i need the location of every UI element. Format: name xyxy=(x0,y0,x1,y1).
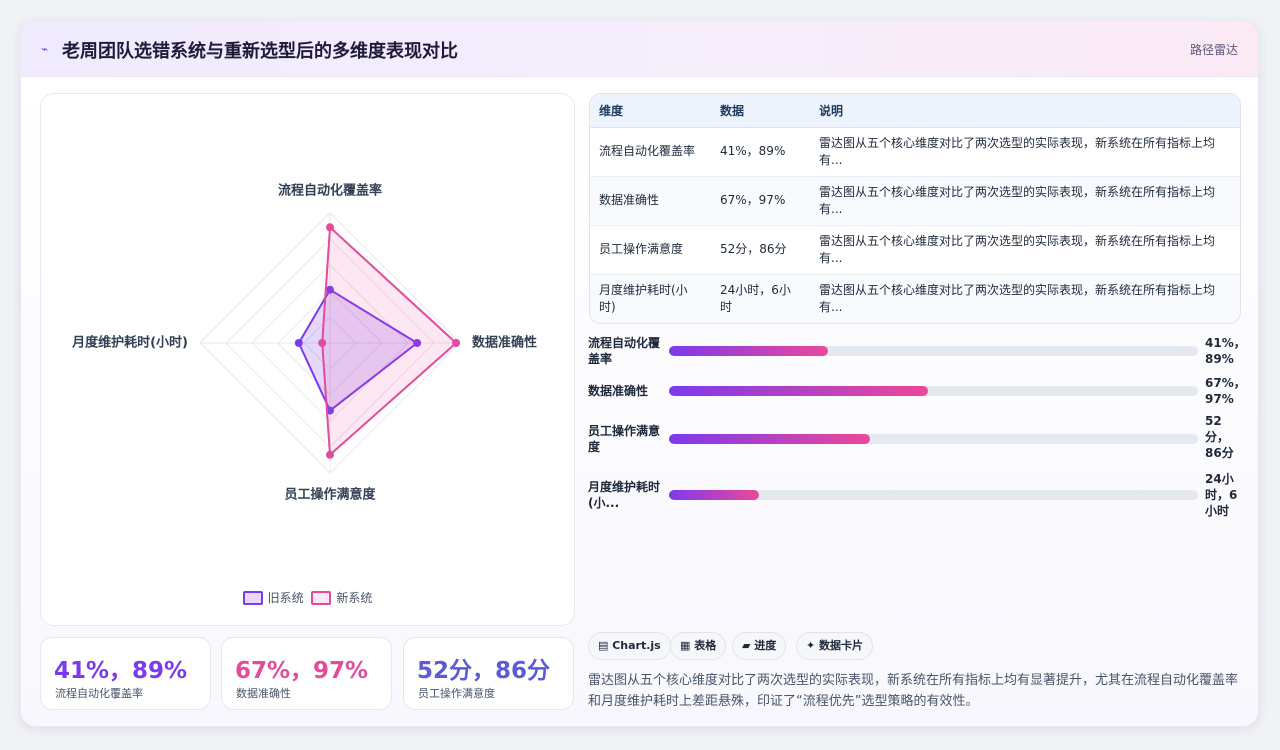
table-row: 员工操作满意度 52分，86分 雷达图从五个核心维度对比了两次选型的实际表现，新… xyxy=(590,225,1240,275)
radar-chart: 流程自动化覆盖率数据准确性员工操作满意度 月度维护耗时(小时) xyxy=(71,183,537,503)
progress-value: 41%，89% xyxy=(1205,336,1246,366)
radar-chart-panel: 流程自动化覆盖率数据准确性员工操作满意度 月度维护耗时(小时) 旧系统 新系统 xyxy=(40,93,575,626)
progress-label: 流程自动化覆盖率 xyxy=(588,336,661,366)
progress-value: 52分，86分 xyxy=(1205,414,1234,460)
table-cell: 雷达图从五个核心维度对比了两次选型的实际表现，新系统在所有指标上均有... xyxy=(810,225,1240,275)
chart-legend: 旧系统 新系统 xyxy=(41,589,574,608)
stat-card: 67%，97% 数据准确性 xyxy=(221,637,392,710)
table-row: 数据准确性 67%，97% 雷达图从五个核心维度对比了两次选型的实际表现，新系统… xyxy=(590,176,1240,226)
column-header: 数据 xyxy=(711,94,810,128)
legend-item-old[interactable]: 旧系统 xyxy=(242,589,304,606)
table-header-row: 维度 数据 说明 xyxy=(590,94,1240,128)
stat-label: 流程自动化覆盖率 xyxy=(55,687,143,700)
table-cell: 41%，89% xyxy=(711,127,810,177)
tag-table[interactable]: ▦ 表格 xyxy=(670,632,727,660)
pulse-icon: ⌁ xyxy=(41,42,49,56)
tag-chartjs[interactable]: ▤ Chart.js xyxy=(588,632,671,660)
progress-track xyxy=(669,386,1198,396)
table-cell: 数据准确性 xyxy=(590,176,711,226)
stat-card: 52分，86分 员工操作满意度 xyxy=(403,637,574,710)
radar-point xyxy=(294,339,303,347)
radar-axis-label: 月度维护耗时(小时) xyxy=(71,335,188,351)
table-cell: 52分，86分 xyxy=(711,225,810,275)
table-row: 月度维护耗时(小时) 24小时，6小时 雷达图从五个核心维度对比了两次选型的实际… xyxy=(590,274,1240,323)
table-cell: 雷达图从五个核心维度对比了两次选型的实际表现，新系统在所有指标上均有... xyxy=(810,274,1240,323)
legend-swatch-old xyxy=(242,590,263,605)
progress-track xyxy=(669,434,1198,444)
column-header: 说明 xyxy=(810,94,1240,128)
radar-axis-label: 流程自动化覆盖率 xyxy=(278,183,382,199)
data-table: 维度 数据 说明 流程自动化覆盖率 41%，89% 雷达图从五个核心维度对比了两… xyxy=(589,93,1241,324)
tag-progress[interactable]: ▰ 进度 xyxy=(732,632,787,660)
progress-label: 员工操作满意度 xyxy=(588,424,661,454)
table-cell: 流程自动化覆盖率 xyxy=(590,127,711,177)
radar-point xyxy=(326,223,334,232)
progress-track xyxy=(669,490,1198,500)
radar-point xyxy=(318,339,327,347)
radar-axis-label: 员工操作满意度 xyxy=(284,487,376,503)
progress-value: 67%，97% xyxy=(1205,376,1246,406)
progress-label: 月度维护耗时(小... xyxy=(588,480,661,510)
table-cell: 24小时，6小时 xyxy=(711,274,810,323)
stat-value: 41%，89% xyxy=(54,658,188,684)
table-row: 流程自动化覆盖率 41%，89% 雷达图从五个核心维度对比了两次选型的实际表现，… xyxy=(590,127,1240,177)
page-title: 老周团队选错系统与重新选型后的多维度表现对比 xyxy=(62,41,458,62)
progress-track xyxy=(669,346,1198,356)
progress-fill xyxy=(669,346,828,356)
legend-label-old: 旧系统 xyxy=(267,591,304,605)
legend-swatch-new xyxy=(311,590,332,605)
content-area: 流程自动化覆盖率 数据准确性 员工操作满意度 月度维护耗时(小时) 旧系统 新系统 4… xyxy=(21,77,1258,726)
stat-label: 员工操作满意度 xyxy=(418,687,495,700)
legend-label-new: 新系统 xyxy=(336,591,373,605)
table-cell: 雷达图从五个核心维度对比了两次选型的实际表现，新系统在所有指标上均有... xyxy=(810,176,1240,226)
stat-value: 67%，97% xyxy=(235,658,369,684)
radar-point xyxy=(326,450,334,459)
column-header: 维度 xyxy=(590,94,711,128)
progress-fill xyxy=(669,490,759,500)
tag-data-cards[interactable]: ✦ 数据卡片 xyxy=(796,632,874,660)
radar-series-area xyxy=(321,226,458,456)
table-cell: 雷达图从五个核心维度对比了两次选型的实际表现，新系统在所有指标上均有... xyxy=(810,127,1240,177)
header-bar: ⌁ 老周团队选错系统与重新选型后的多维度表现对比 路径雷达 xyxy=(21,21,1258,77)
radar-axis-label: 数据准确性 xyxy=(472,335,537,351)
table-cell: 员工操作满意度 xyxy=(590,225,711,275)
chart-kind-label: 路径雷达 xyxy=(1189,43,1238,57)
radar-point xyxy=(452,339,461,347)
stat-value: 52分，86分 xyxy=(417,658,551,684)
table-cell: 月度维护耗时(小时) xyxy=(590,274,711,323)
progress-label: 数据准确性 xyxy=(588,384,649,398)
stat-label: 数据准确性 xyxy=(236,687,291,700)
stat-card: 41%，89% 流程自动化覆盖率 xyxy=(40,637,211,710)
dashboard-card: ⌁ 老周团队选错系统与重新选型后的多维度表现对比 路径雷达 流程自动化覆盖率 数据… xyxy=(20,20,1259,727)
legend-item-new[interactable]: 新系统 xyxy=(311,589,372,606)
table-cell: 67%，97% xyxy=(711,176,810,226)
progress-fill xyxy=(669,386,929,396)
progress-value: 24小时，6小时 xyxy=(1205,472,1238,518)
chart-description: 雷达图从五个核心维度对比了两次选型的实际表现，新系统在所有指标上均有显著提升，尤… xyxy=(588,673,1239,709)
progress-fill xyxy=(669,434,871,444)
